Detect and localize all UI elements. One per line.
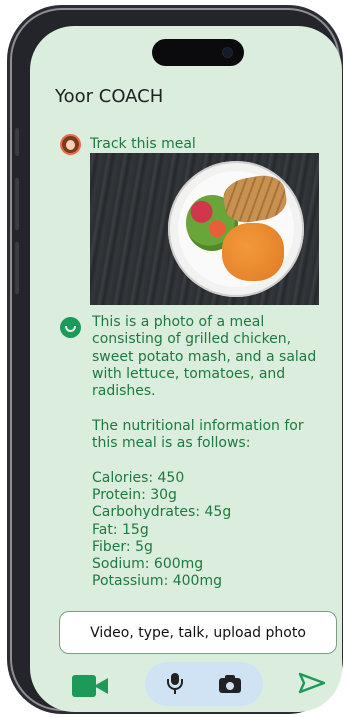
meal-photo[interactable] [90, 153, 319, 305]
composer-toolbar [30, 658, 342, 708]
mute-switch [15, 128, 19, 156]
user-avatar-icon [60, 134, 81, 155]
plate-graphic [168, 161, 304, 297]
coach-smile-icon [60, 317, 81, 338]
dynamic-island [152, 39, 244, 66]
phone-frame: Yoor COACH Track this meal This is a pho… [10, 8, 342, 712]
video-camera-icon[interactable] [72, 675, 108, 697]
send-icon[interactable] [298, 672, 326, 694]
volume-down-button [15, 242, 19, 294]
camera-icon[interactable] [219, 675, 241, 693]
message-input-text: Video, type, talk, upload photo [90, 624, 306, 641]
volume-up-button [15, 178, 19, 230]
page-title: Yoor COACH [55, 86, 164, 107]
coach-message-row [60, 317, 81, 338]
message-input[interactable]: Video, type, talk, upload photo [59, 611, 337, 654]
user-message-row: Track this meal [60, 134, 196, 155]
user-message-text: Track this meal [90, 136, 196, 152]
app-screen: Yoor COACH Track this meal This is a pho… [30, 26, 342, 712]
coach-message-text: This is a photo of a meal consisting of … [92, 314, 317, 590]
microphone-icon[interactable] [165, 673, 185, 695]
input-mode-pill [145, 662, 263, 706]
